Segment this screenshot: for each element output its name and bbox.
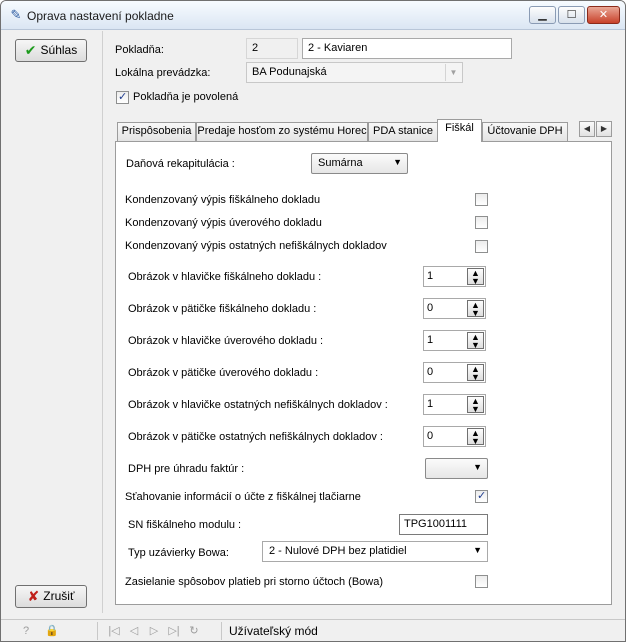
img-credit-footer-label: Obrázok v pätičke úverového dokladu : [128, 367, 319, 379]
img-credit-header-value: 1 [427, 334, 434, 346]
chevron-down-icon: ▼ [473, 545, 482, 555]
prev-record-icon[interactable]: ◁ [127, 624, 141, 638]
user-mode-text: Užívateľský mód [229, 624, 318, 638]
cancel-button-label: Zrušiť [43, 589, 75, 603]
tab-pda-stanice[interactable]: PDA stanice [368, 122, 438, 141]
maximize-button[interactable]: ☐ [558, 6, 585, 24]
condensed-fiscal-checkbox[interactable] [475, 193, 488, 206]
img-fiscal-footer-label: Obrázok v pätičke fiškálneho dokladu : [128, 303, 317, 315]
help-icon[interactable]: ? [19, 624, 33, 638]
status-bar: ? 🔒 |◁ ◁ ▷ ▷| ↻ Užívateľský mód [1, 619, 625, 641]
register-name-field[interactable]: 2 - Kaviaren [302, 38, 512, 59]
img-other-header-spinner[interactable]: 1 ▲ ▼ [423, 394, 486, 415]
img-fiscal-header-label: Obrázok v hlavičke fiškálneho dokladu : [128, 271, 322, 283]
bowa-type-value: 2 - Nulové DPH bez platidiel [269, 545, 407, 557]
img-other-footer-value: 0 [427, 430, 434, 442]
condensed-other-checkbox[interactable] [475, 240, 488, 253]
condensed-other-label: Kondenzovaný výpis ostatných nefiškálnyc… [125, 240, 387, 252]
window-title: Oprava nastavení pokladne [27, 9, 174, 23]
img-other-footer-spinner[interactable]: 0 ▲ ▼ [423, 426, 486, 447]
tax-recap-label: Daňová rekapitulácia : [126, 158, 235, 170]
bowa-storno-label: Zasielanie spôsobov platieb pri storno ú… [125, 576, 384, 588]
img-credit-footer-value: 0 [427, 366, 434, 378]
ok-button-label: Súhlas [40, 43, 78, 57]
tab-fiskal[interactable]: Fiškál [437, 119, 482, 142]
minimize-button[interactable]: ▁ [529, 6, 556, 24]
download-info-label: Sťahovanie informácií o účte z fiškálnej… [125, 491, 361, 503]
sn-input[interactable]: TPG1001111 [399, 514, 488, 535]
tab-strip: Prispôsobenia Predaje hosťom zo systému … [117, 119, 613, 142]
cancel-button[interactable]: ✘ Zrušiť [15, 585, 87, 608]
bowa-type-select[interactable]: 2 - Nulové DPH bez platidiel ▼ [262, 541, 488, 562]
vat-invoice-select[interactable]: ▼ [425, 458, 488, 479]
register-enabled-label: Pokladňa je povolená [133, 91, 239, 103]
download-info-checkbox[interactable] [475, 489, 488, 503]
title-bar[interactable]: ✎ Oprava nastavení pokladne ▁ ☐ ✕ [1, 1, 625, 30]
next-record-icon[interactable]: ▷ [147, 624, 161, 638]
condensed-credit-label: Kondenzovaný výpis úverového dokladu [125, 217, 322, 229]
tab-uctovanie-dph[interactable]: Účtovanie DPH [482, 122, 568, 141]
register-icon: ✎ [10, 7, 22, 22]
refresh-icon[interactable]: ↻ [187, 624, 201, 638]
spinner-arrows-icon[interactable]: ▲ ▼ [467, 300, 484, 318]
register-enabled-checkbox[interactable] [116, 90, 129, 104]
chevron-down-icon: ▼ [473, 462, 482, 472]
spinner-arrows-icon[interactable]: ▲ ▼ [467, 428, 484, 446]
img-credit-header-label: Obrázok v hlavičke úverového dokladu : [128, 335, 324, 347]
ok-button[interactable]: ✔ Súhlas [15, 39, 87, 62]
spinner-arrows-icon[interactable]: ▲ ▼ [467, 364, 484, 382]
close-button[interactable]: ✕ [587, 6, 620, 24]
img-fiscal-header-value: 1 [427, 270, 434, 282]
chevron-down-icon: ▼ [393, 157, 402, 167]
condensed-fiscal-label: Kondenzovaný výpis fiškálneho dokladu [125, 194, 321, 206]
last-record-icon[interactable]: ▷| [167, 624, 181, 638]
img-other-header-label: Obrázok v hlavičke ostatných nefiškálnyc… [128, 399, 388, 411]
lock-icon[interactable]: 🔒 [45, 624, 59, 638]
branch-label: Lokálna prevádzka: [115, 67, 211, 79]
register-number-field: 2 [246, 38, 298, 59]
bowa-type-label: Typ uzávierky Bowa: [128, 547, 229, 559]
chevron-down-icon: ▼ [445, 64, 461, 81]
img-fiscal-header-spinner[interactable]: 1 ▲ ▼ [423, 266, 486, 287]
status-separator [221, 622, 222, 640]
sn-label: SN fiškálneho modulu : [128, 519, 242, 531]
vat-invoice-label: DPH pre úhradu faktúr : [128, 463, 245, 475]
close-x-icon: ✘ [27, 588, 40, 604]
img-credit-header-spinner[interactable]: 1 ▲ ▼ [423, 330, 486, 351]
first-record-icon[interactable]: |◁ [107, 624, 121, 638]
tab-scroll-right-icon[interactable]: ▶ [596, 121, 612, 137]
img-other-footer-label: Obrázok v pätičke ostatných nefiškálnych… [128, 431, 383, 443]
left-button-panel [3, 31, 103, 613]
branch-combo: BA Podunajská ▼ [246, 62, 463, 83]
img-fiscal-footer-value: 0 [427, 302, 434, 314]
dialog-window: ✎ Oprava nastavení pokladne ▁ ☐ ✕ ✔ Súhla… [0, 0, 626, 642]
img-fiscal-footer-spinner[interactable]: 0 ▲ ▼ [423, 298, 486, 319]
spinner-arrows-icon[interactable]: ▲ ▼ [467, 332, 484, 350]
bowa-storno-checkbox[interactable] [475, 575, 488, 588]
spinner-arrows-icon[interactable]: ▲ ▼ [467, 268, 484, 286]
tab-prisposobenia[interactable]: Prispôsobenia [117, 122, 196, 141]
status-separator [97, 622, 98, 640]
img-credit-footer-spinner[interactable]: 0 ▲ ▼ [423, 362, 486, 383]
condensed-credit-checkbox[interactable] [475, 216, 488, 229]
img-other-header-value: 1 [427, 398, 434, 410]
spinner-arrows-icon[interactable]: ▲ ▼ [467, 396, 484, 414]
branch-value: BA Podunajská [252, 66, 327, 78]
checkmark-icon: ✔ [24, 42, 37, 58]
tax-recap-select[interactable]: Sumárna ▼ [311, 153, 408, 174]
register-label: Pokladňa: [115, 44, 164, 56]
tab-predaje-hostom[interactable]: Predaje hosťom zo systému Horec [196, 122, 368, 141]
tab-scroll-left-icon[interactable]: ◀ [579, 121, 595, 137]
tax-recap-value: Sumárna [318, 157, 363, 169]
